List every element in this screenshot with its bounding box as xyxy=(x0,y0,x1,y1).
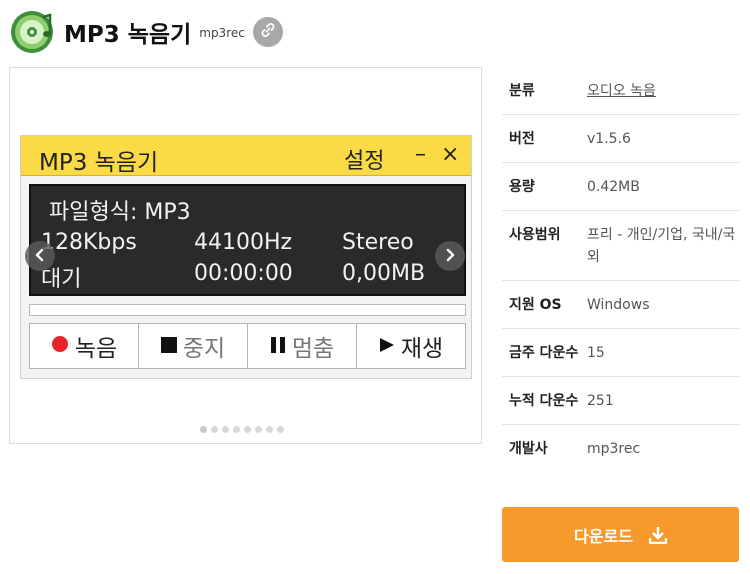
pagination-dot[interactable] xyxy=(266,426,273,433)
shot-record-label: 녹음 xyxy=(74,336,118,362)
os-value: Windows xyxy=(587,297,650,313)
shot-record-button: 녹음 xyxy=(30,324,139,368)
license-value: 프리 - 개인/기업, 국내/국외 xyxy=(587,227,736,265)
chevron-right-icon xyxy=(443,247,457,266)
info-row-license: 사용범위 프리 - 개인/기업, 국내/국외 xyxy=(502,211,740,281)
pagination-dot[interactable] xyxy=(211,426,218,433)
shot-display-panel: 파일형식: MP3 128Kbps 44100Hz Stereo 대기 00:0… xyxy=(29,184,466,296)
gallery-pagination xyxy=(200,426,284,433)
pagination-dot[interactable] xyxy=(200,426,207,433)
download-button[interactable]: 다운로드 xyxy=(502,507,739,562)
category-link[interactable]: 오디오 녹음 xyxy=(587,83,656,99)
info-row-total-downloads: 누적 다운수 251 xyxy=(502,377,740,425)
weekly-downloads-label: 금주 다운수 xyxy=(509,345,579,361)
pagination-dot[interactable] xyxy=(222,426,229,433)
shot-titlebar: MP3 녹음기 설정 – × xyxy=(21,136,471,176)
shot-time-text: 00:00:00 xyxy=(194,261,293,286)
info-row-size: 용량 0.42MB xyxy=(502,163,740,211)
shot-bitrate-text: 128Kbps xyxy=(41,230,137,255)
shot-channel-text: Stereo xyxy=(342,230,414,255)
app-header: MP3 녹음기 mp3rec xyxy=(10,8,283,56)
cd-music-icon xyxy=(10,9,56,55)
app-info-table: 분류 오디오 녹음 버전 v1.5.6 용량 0.42MB 사용범위 프리 - … xyxy=(502,67,740,472)
pagination-dot[interactable] xyxy=(255,426,262,433)
shot-samplerate-text: 44100Hz xyxy=(194,230,293,255)
link-icon xyxy=(260,22,276,42)
shot-stop-button: 중지 xyxy=(139,324,248,368)
info-row-weekly-downloads: 금주 다운수 15 xyxy=(502,329,740,377)
shot-play-label: 재생 xyxy=(400,336,444,362)
shot-close-icon: × xyxy=(441,142,460,167)
shot-play-button: 재생 xyxy=(357,324,465,368)
shot-progress-bar xyxy=(29,304,466,316)
shot-minimize-icon: – xyxy=(415,142,426,167)
gallery-screenshot: MP3 녹음기 설정 – × 파일형식: MP3 128Kbps 44100Hz… xyxy=(20,135,472,379)
weekly-downloads-value: 15 xyxy=(587,345,605,361)
version-label: 버전 xyxy=(509,131,535,147)
chevron-left-icon xyxy=(33,247,47,266)
download-label: 다운로드 xyxy=(574,526,633,546)
gallery-next-button[interactable] xyxy=(435,241,465,271)
developer-value: mp3rec xyxy=(587,441,641,457)
download-icon xyxy=(648,526,667,544)
license-label: 사용범위 xyxy=(509,227,561,243)
info-row-os: 지원 OS Windows xyxy=(502,281,740,329)
pause-icon xyxy=(270,333,286,359)
total-downloads-label: 누적 다운수 xyxy=(509,393,579,409)
shot-pause-label: 멈춤 xyxy=(291,336,335,362)
os-label: 지원 OS xyxy=(509,297,562,313)
shot-pause-button: 멈춤 xyxy=(248,324,357,368)
total-downloads-value: 251 xyxy=(587,393,614,409)
info-row-developer: 개발사 mp3rec xyxy=(502,425,740,472)
play-triangle-icon xyxy=(379,333,395,359)
pagination-dot[interactable] xyxy=(277,426,284,433)
pagination-dot[interactable] xyxy=(233,426,240,433)
info-row-version: 버전 v1.5.6 xyxy=(502,115,740,163)
pagination-dot[interactable] xyxy=(244,426,251,433)
shot-settings-label: 설정 xyxy=(344,149,385,174)
gallery-prev-button[interactable] xyxy=(25,241,55,271)
size-value: 0.42MB xyxy=(587,179,640,195)
shot-size-text: 0,00MB xyxy=(342,261,426,286)
stop-square-icon xyxy=(160,333,177,359)
developer-label: 개발사 xyxy=(509,441,548,457)
category-label: 분류 xyxy=(509,83,535,99)
screenshot-gallery: MP3 녹음기 설정 – × 파일형식: MP3 128Kbps 44100Hz… xyxy=(9,67,482,444)
size-label: 용량 xyxy=(509,179,535,195)
app-id: mp3rec xyxy=(199,26,245,40)
info-row-category: 분류 오디오 녹음 xyxy=(502,67,740,115)
shot-format-text: 파일형식: MP3 xyxy=(49,200,191,225)
shot-button-row: 녹음 중지 멈춤 재생 xyxy=(29,323,466,369)
shot-stop-label: 중지 xyxy=(182,336,226,362)
share-link-button[interactable] xyxy=(252,17,283,47)
record-dot-icon xyxy=(51,333,69,359)
app-title: MP3 녹음기 xyxy=(64,22,192,48)
shot-title: MP3 녹음기 xyxy=(39,150,159,176)
version-value: v1.5.6 xyxy=(587,131,631,147)
